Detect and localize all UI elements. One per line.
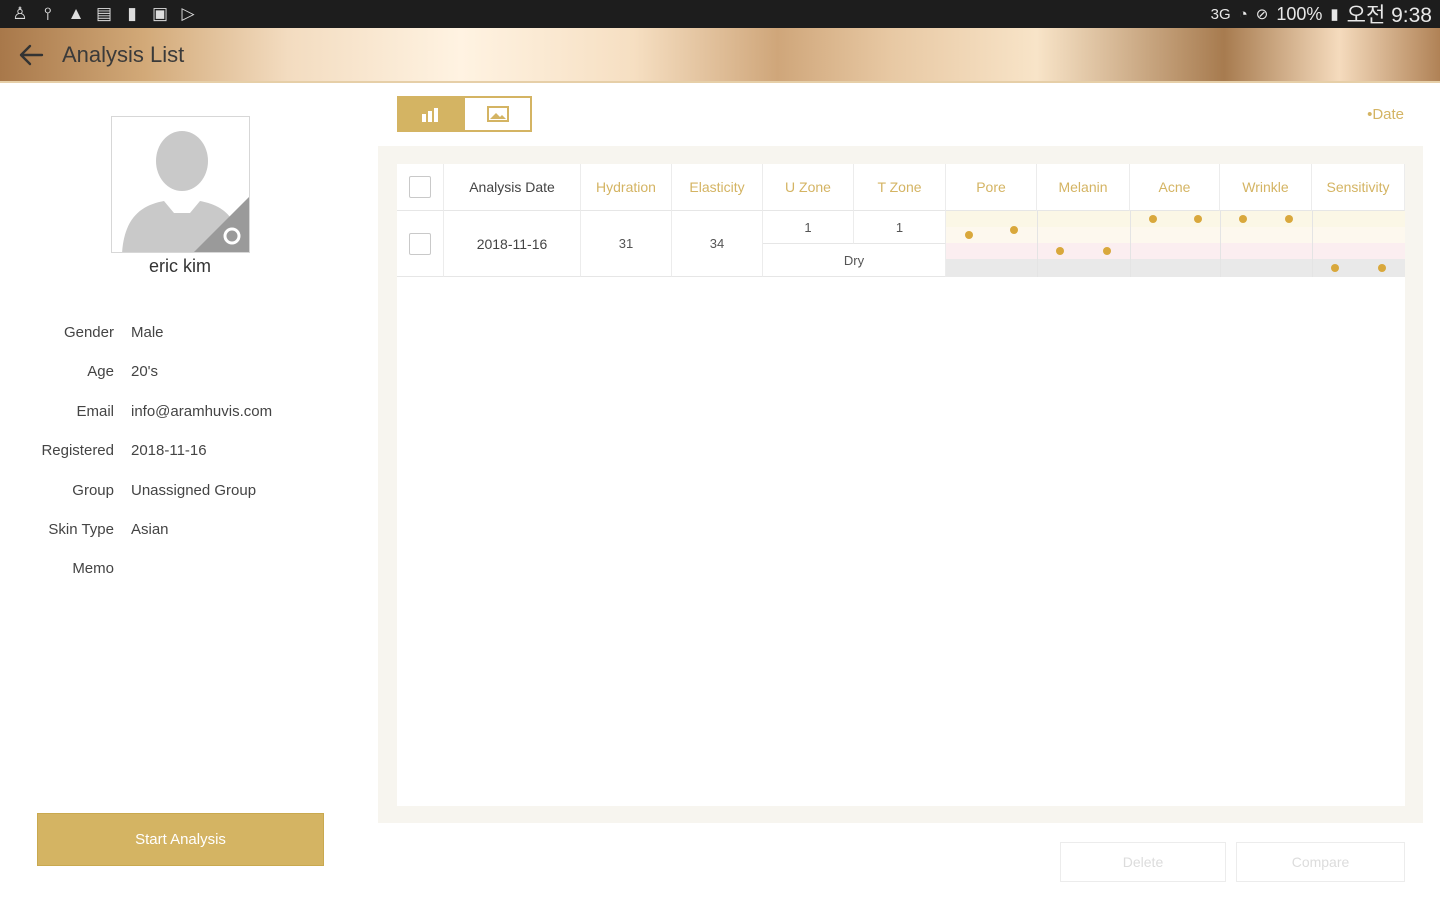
network-type: 3G (1210, 5, 1231, 23)
info-row-group: Group Unassigned Group (20, 482, 350, 521)
row-select-cell[interactable] (397, 211, 444, 277)
header-wrinkle[interactable]: Wrinkle (1220, 164, 1312, 211)
cell-analysis-date: 2018-11-16 (444, 211, 581, 277)
image-icon (486, 106, 509, 122)
divider (1130, 211, 1131, 277)
info-label: Skin Type (48, 520, 114, 538)
info-row-registered: Registered 2018-11-16 (20, 442, 350, 481)
image-view-button[interactable] (465, 98, 530, 130)
status-bar-right: 3G ◔ ⊘ 100% ▮ 오전 9:38 (1211, 0, 1432, 29)
info-row-gender: Gender Male (20, 324, 350, 363)
level-band-1 (946, 211, 1405, 227)
sd-card-icon: ▮ (127, 4, 137, 23)
app-bar: Analysis List (0, 28, 1440, 83)
wrinkle-level-dot (1285, 215, 1293, 223)
clock: 오전 9:38 (1346, 4, 1432, 27)
status-bar-left-icons: ♙ ⫯ ▲ ▤ ▮ ▣ ▷ (10, 4, 198, 24)
info-label: Group (72, 481, 114, 499)
acne-level-dot (1193, 215, 1202, 223)
header-analysis-date[interactable]: Analysis Date (444, 164, 581, 211)
back-arrow-icon (19, 44, 44, 65)
do-not-disturb-icon: ⊘ (1255, 6, 1269, 23)
cell-zone-type: Dry (763, 244, 946, 277)
row-checkbox[interactable] (409, 232, 431, 255)
info-value: 20's (131, 363, 159, 381)
cell-t-zone: 1 (854, 211, 946, 244)
figure-icon: ♙ (12, 4, 28, 23)
acne-level-dot (1148, 215, 1157, 223)
melanin-level-dot (1102, 247, 1111, 255)
header-acne[interactable]: Acne (1130, 164, 1220, 211)
header-u-zone[interactable]: U Zone (763, 164, 854, 211)
gear-icon[interactable] (194, 197, 249, 252)
bar-chart-icon (422, 108, 438, 122)
cell-hydration: 31 (581, 211, 672, 277)
header-t-zone[interactable]: T Zone (854, 164, 946, 211)
info-row-skin-type: Skin Type Asian (20, 521, 350, 560)
info-value: Asian (131, 520, 169, 538)
usb-icon: ⫯ (44, 4, 52, 23)
info-label: Registered (41, 442, 114, 460)
view-toggle (397, 96, 532, 132)
back-button[interactable] (0, 27, 62, 82)
divider (1220, 211, 1221, 277)
skin-level-chart (946, 211, 1405, 277)
header-pore[interactable]: Pore (946, 164, 1037, 211)
wifi-icon: ◔ (1238, 5, 1248, 23)
chart-view-button[interactable] (399, 98, 465, 130)
start-analysis-button[interactable]: Start Analysis (37, 813, 324, 866)
analysis-table: Analysis Date Hydration Elasticity U Zon… (397, 164, 1405, 806)
info-value: Male (131, 324, 164, 341)
sort-by-date[interactable]: •Date (1367, 106, 1404, 123)
header-select-all[interactable] (397, 164, 444, 211)
screenshot-icon: ▣ (151, 4, 169, 23)
wrinkle-level-dot (1239, 215, 1247, 223)
level-band-3 (946, 243, 1405, 259)
user-name: eric kim (149, 256, 211, 276)
select-all-checkbox[interactable] (409, 176, 431, 198)
battery-icon: ▮ (1330, 6, 1339, 23)
play-store-icon: ▷ (181, 4, 195, 23)
header-sensitivity[interactable]: Sensitivity (1312, 164, 1405, 211)
status-bar: ♙ ⫯ ▲ ▤ ▮ ▣ ▷ 3G ◔ ⊘ 100% ▮ 오전 9:38 (0, 0, 1440, 28)
cell-u-zone: 1 (763, 211, 854, 244)
info-row-age: Age 20's (20, 363, 350, 402)
info-value: 2018-11-16 (131, 442, 207, 460)
gallery-icon: ▤ (95, 4, 113, 23)
info-label: Gender (63, 324, 114, 341)
info-label: Email (76, 402, 114, 420)
header-elasticity[interactable]: Elasticity (672, 164, 763, 211)
pore-level-dot (964, 231, 973, 239)
info-value: info@aramhuvis.com (131, 402, 273, 420)
battery-percent: 100% (1276, 3, 1323, 24)
page-title: Analysis List (62, 41, 185, 67)
info-value: Unassigned Group (131, 481, 257, 499)
info-label: Age (87, 363, 114, 381)
sensitivity-level-dot (1377, 264, 1386, 272)
info-row-memo: Memo (20, 560, 350, 599)
header-hydration[interactable]: Hydration (581, 164, 672, 211)
info-label: Memo (72, 560, 114, 578)
header-melanin[interactable]: Melanin (1037, 164, 1130, 211)
delete-button[interactable]: Delete (1060, 842, 1226, 882)
profile-info: Gender Male Age 20's Email info@aramhuvi… (20, 324, 350, 600)
compare-button[interactable]: Compare (1236, 842, 1405, 882)
table-row[interactable]: 2018-11-16 31 34 1 1 Dry (397, 211, 1405, 277)
divider (1037, 211, 1038, 277)
avatar[interactable] (111, 116, 250, 253)
divider (1312, 211, 1313, 277)
warning-icon: ▲ (67, 4, 85, 23)
info-row-email: Email info@aramhuvis.com (20, 403, 350, 442)
cell-elasticity: 34 (672, 211, 763, 277)
